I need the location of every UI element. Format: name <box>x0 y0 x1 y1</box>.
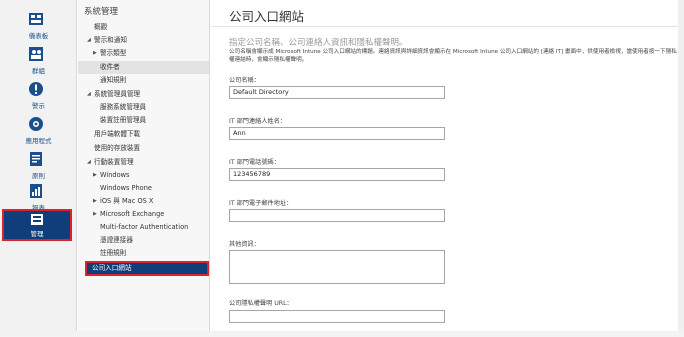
rail-label: 警示 <box>32 102 45 110</box>
it-contact-name-label: IT 部門連絡人姓名： <box>229 118 287 125</box>
bottom-border <box>0 331 684 337</box>
vertical-scrollbar[interactable] <box>678 0 684 331</box>
tree-item-label: Multi-factor Authentication <box>100 223 189 231</box>
tree-item-label: 行動裝置管理 <box>94 158 134 166</box>
company-name-input[interactable]: Default Directory <box>229 86 445 99</box>
apps-icon <box>29 117 43 131</box>
tree-item-label: 憑證連接器 <box>100 236 133 244</box>
tree-item-label: Microsoft Exchange <box>100 210 165 218</box>
privacy-url-input[interactable] <box>229 310 445 323</box>
tree-item-label: Windows Phone <box>100 184 152 192</box>
rail-label: 管理 <box>30 230 44 238</box>
collapsed-triangle-icon[interactable]: ▶ <box>93 169 97 182</box>
groups-icon <box>29 47 43 61</box>
tree-item-certificate-connector[interactable]: 憑證連接器 <box>78 234 209 247</box>
tree-item-label: 警示類型 <box>100 49 127 57</box>
rail-label: 應用程式 <box>25 137 52 145</box>
rail-item-dashboard[interactable]: 儀表板 <box>0 8 77 46</box>
tree-item-microsoft-exchange[interactable]: ▶ Microsoft Exchange <box>78 208 209 221</box>
tree-item-alerts-notifications[interactable]: ◢ 警示和通知 <box>78 34 209 47</box>
tree-item-company-portal[interactable]: 公司入口網站 <box>85 261 209 276</box>
company-name-label: 公司名稱： <box>229 77 260 84</box>
tree-item-label: 服務系統管理員 <box>100 103 147 111</box>
expanded-triangle-icon[interactable]: ◢ <box>87 156 91 169</box>
page-title: 公司入口網站 <box>229 9 305 24</box>
nav-title: 系統管理 <box>84 7 119 17</box>
admin-tree-nav: 系統管理 概觀 ◢ 警示和通知 ▶ 警示類型 收件者 通知規則 ◢ 系統管理員管… <box>78 0 210 331</box>
rail-item-apps[interactable]: 應用程式 <box>0 113 77 151</box>
intune-admin-window: 儀表板 群組 警示 應用程式 原則 報表 管理 系統管理 概觀 ◢ 警示和通知 … <box>0 0 684 337</box>
tree-item-recipients[interactable]: 收件者 <box>78 61 209 74</box>
tree-item-notification-rules[interactable]: 通知規則 <box>78 74 209 87</box>
company-portal-page: 公司入口網站 指定公司名稱、公司連絡人資訊和隱私權聲明。 公司名稱會顯示成 Mi… <box>211 0 678 331</box>
collapsed-triangle-icon[interactable]: ▶ <box>93 195 97 208</box>
tree-item-label: 註冊規則 <box>100 249 127 257</box>
title-divider <box>211 26 678 27</box>
tree-item-administrator-management[interactable]: ◢ 系統管理員管理 <box>78 88 209 101</box>
tree-item-label: 公司入口網站 <box>92 264 132 272</box>
tree-item-label: 收件者 <box>100 63 120 71</box>
tree-item-label: Windows <box>100 171 130 179</box>
tree-item-label: 用戶端軟體下載 <box>94 130 141 138</box>
expanded-triangle-icon[interactable]: ◢ <box>87 34 91 47</box>
tree-item-label: iOS 與 Mac OS X <box>100 197 154 205</box>
workspace-rail: 儀表板 群組 警示 應用程式 原則 報表 管理 <box>0 0 77 331</box>
it-phone-label: IT 部門電話號碼： <box>229 159 280 166</box>
section-description: 公司名稱會顯示成 Microsoft Intune 公司入口網站的標題。連絡資訊… <box>229 49 677 63</box>
admin-icon <box>31 214 43 225</box>
policy-icon <box>30 152 42 166</box>
tree-item-enrollment-rules[interactable]: 註冊規則 <box>78 247 209 260</box>
tree-item-windows-phone[interactable]: Windows Phone <box>78 182 209 195</box>
rail-label: 群組 <box>32 67 45 75</box>
additional-info-label: 其他資訊： <box>229 241 260 248</box>
tree-item-label: 通知規則 <box>100 76 127 84</box>
section-heading: 指定公司名稱、公司連絡人資訊和隱私權聲明。 <box>229 38 408 48</box>
tree-item-mobile-device-management[interactable]: ◢ 行動裝置管理 <box>78 156 209 169</box>
tree-item-ios-mac[interactable]: ▶ iOS 與 Mac OS X <box>78 195 209 208</box>
privacy-url-label: 公司隱私權聲明 URL： <box>229 300 293 307</box>
tree-item-device-enrollment-managers[interactable]: 裝置註冊管理員 <box>78 114 209 127</box>
additional-info-textarea[interactable] <box>229 250 445 284</box>
tree-item-overview[interactable]: 概觀 <box>78 21 209 34</box>
tree-item-windows[interactable]: ▶ Windows <box>78 169 209 182</box>
it-phone-input[interactable]: 123456789 <box>229 168 445 181</box>
tree-item-label: 系統管理員管理 <box>94 90 141 98</box>
rail-item-groups[interactable]: 群組 <box>0 43 77 81</box>
it-email-label: IT 部門電子郵件地址： <box>229 200 293 207</box>
it-contact-name-input[interactable]: Ann <box>229 127 445 140</box>
expanded-triangle-icon[interactable]: ◢ <box>87 88 91 101</box>
tree-item-label: 使用的存放裝置 <box>94 144 141 152</box>
rail-label: 原則 <box>32 172 45 180</box>
tree-item-alert-types[interactable]: ▶ 警示類型 <box>78 47 209 60</box>
collapsed-triangle-icon[interactable]: ▶ <box>93 47 97 60</box>
tree-item-label: 裝置註冊管理員 <box>100 116 147 124</box>
rail-label: 儀表板 <box>28 32 49 40</box>
tree-item-multi-factor-auth[interactable]: Multi-factor Authentication <box>78 221 209 234</box>
tree-item-client-software-download[interactable]: 用戶端軟體下載 <box>78 128 209 141</box>
tree-item-service-administrators[interactable]: 服務系統管理員 <box>78 101 209 114</box>
alert-icon <box>29 82 43 96</box>
tree-item-label: 警示和通知 <box>94 36 127 44</box>
collapsed-triangle-icon[interactable]: ▶ <box>93 208 97 221</box>
reports-icon <box>30 184 42 198</box>
tree-item-label: 概觀 <box>94 23 108 31</box>
rail-item-alerts[interactable]: 警示 <box>0 78 77 116</box>
rail-item-admin[interactable]: 管理 <box>2 209 72 241</box>
it-email-input[interactable] <box>229 209 445 222</box>
tree-item-storage-use[interactable]: 使用的存放裝置 <box>78 142 209 155</box>
dashboard-icon <box>29 13 43 25</box>
